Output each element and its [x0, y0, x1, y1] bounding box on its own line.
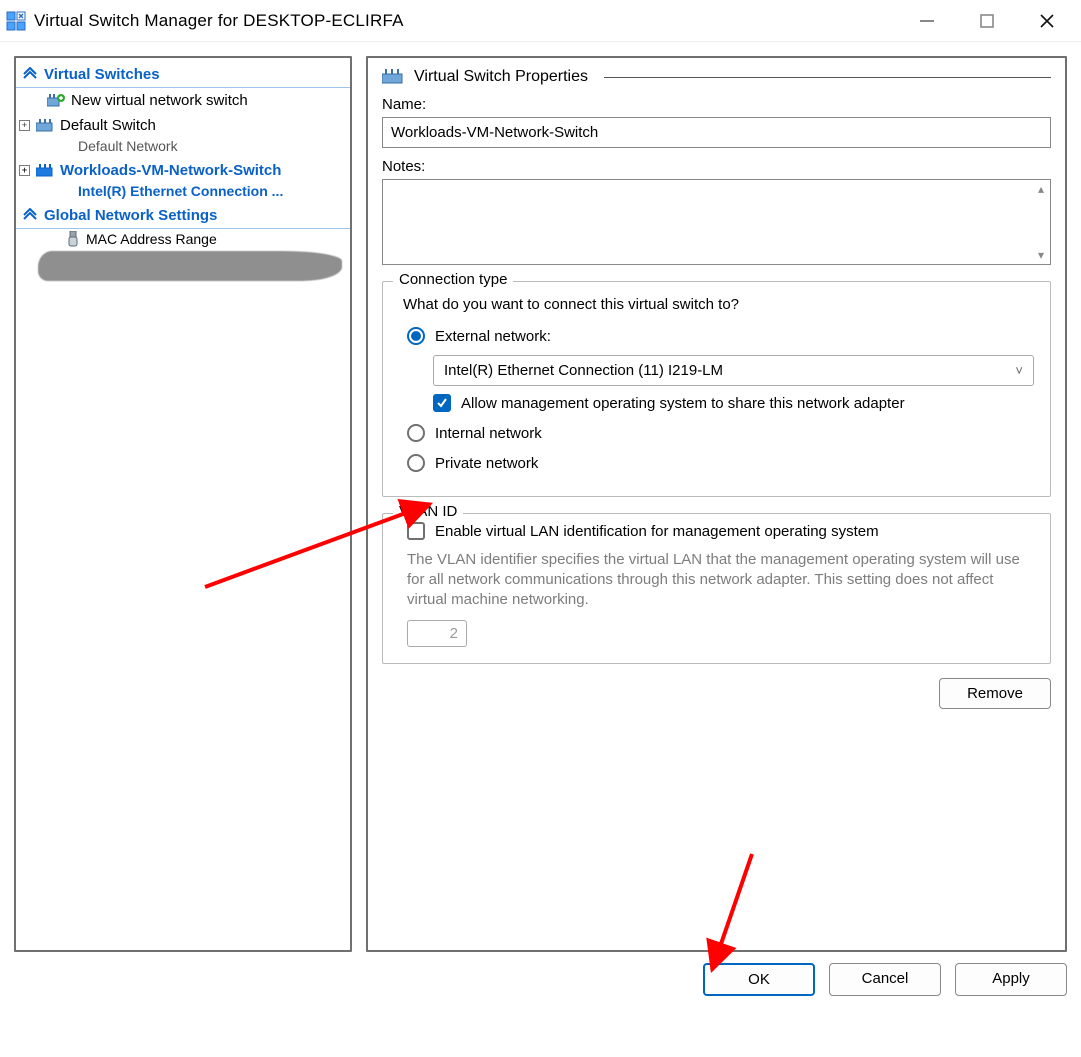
- name-input[interactable]: [382, 117, 1051, 148]
- notes-label: Notes:: [382, 158, 1051, 175]
- switch-icon: [36, 164, 54, 178]
- tree-item-label: MAC Address Range: [86, 231, 217, 247]
- tree-item-label: Default Switch: [60, 116, 156, 135]
- detail-header-rule: [604, 77, 1051, 78]
- adapter-select[interactable]: Intel(R) Ethernet Connection (11) I219-L…: [433, 355, 1034, 386]
- mac-icon: [66, 231, 80, 247]
- expand-icon[interactable]: +: [19, 120, 30, 131]
- tree-section-global-settings[interactable]: Global Network Settings: [16, 203, 350, 229]
- tree-section-label: Virtual Switches: [44, 66, 160, 83]
- allow-mgmt-checkbox-row[interactable]: Allow management operating system to sha…: [433, 394, 1034, 412]
- switch-tree: Virtual Switches New virtual network swi…: [14, 56, 352, 952]
- adapter-select-value: Intel(R) Ethernet Connection (11) I219-L…: [444, 362, 723, 379]
- tree-item-workloads-switch[interactable]: + Workloads-VM-Network-Switch: [16, 158, 350, 183]
- app-icon: [6, 11, 26, 31]
- radio-icon: [407, 424, 425, 442]
- apply-button[interactable]: Apply: [955, 963, 1067, 996]
- checkbox-checked-icon: [433, 394, 451, 412]
- radio-internal[interactable]: Internal network: [407, 420, 1034, 446]
- expand-icon[interactable]: +: [19, 165, 30, 176]
- tree-item-new-switch[interactable]: New virtual network switch: [16, 88, 350, 113]
- titlebar: Virtual Switch Manager for DESKTOP-ECLIR…: [0, 0, 1081, 42]
- checkbox-label: Allow management operating system to sha…: [461, 395, 905, 412]
- tree-item-mac-range[interactable]: MAC Address Range: [16, 229, 350, 249]
- name-label: Name:: [382, 96, 1051, 113]
- radio-label: Private network: [435, 455, 538, 472]
- radio-icon: [407, 454, 425, 472]
- vlan-help-text: The VLAN identifier specifies the virtua…: [407, 550, 1034, 610]
- cancel-button[interactable]: Cancel: [829, 963, 941, 996]
- tree-item-default-switch[interactable]: + Default Switch: [16, 113, 350, 138]
- maximize-button[interactable]: [957, 0, 1017, 42]
- vlan-group: VLAN ID Enable virtual LAN identificatio…: [382, 513, 1051, 664]
- detail-header-title: Virtual Switch Properties: [414, 68, 588, 86]
- checkbox-label: Enable virtual LAN identification for ma…: [435, 523, 879, 540]
- redacted-region: [38, 251, 342, 281]
- window-title: Virtual Switch Manager for DESKTOP-ECLIR…: [34, 11, 404, 31]
- switch-add-icon: [47, 94, 65, 108]
- tree-section-label: Global Network Settings: [44, 207, 217, 224]
- tree-item-sub: Default Network: [16, 138, 350, 158]
- close-button[interactable]: [1017, 0, 1077, 42]
- vlan-id-input[interactable]: 2: [407, 620, 467, 647]
- minimize-button[interactable]: [897, 0, 957, 42]
- tree-section-virtual-switches[interactable]: Virtual Switches: [16, 62, 350, 88]
- radio-icon: [407, 327, 425, 345]
- chevron-up-icon: [22, 208, 38, 224]
- radio-private[interactable]: Private network: [407, 450, 1034, 476]
- radio-external[interactable]: External network:: [407, 323, 1034, 349]
- vlan-enable-checkbox-row[interactable]: Enable virtual LAN identification for ma…: [407, 522, 1034, 540]
- scroll-up-icon[interactable]: ▴: [1034, 182, 1048, 196]
- tree-item-sub: Intel(R) Ethernet Connection ...: [16, 183, 350, 203]
- notes-textarea[interactable]: ▴ ▾: [382, 179, 1051, 265]
- switch-icon: [36, 119, 54, 133]
- group-legend: Connection type: [393, 271, 513, 288]
- group-legend: VLAN ID: [393, 503, 463, 520]
- connection-type-group: Connection type What do you want to conn…: [382, 281, 1051, 497]
- checkbox-unchecked-icon: [407, 522, 425, 540]
- connection-question: What do you want to connect this virtual…: [403, 296, 1034, 313]
- scroll-down-icon[interactable]: ▾: [1034, 248, 1048, 262]
- tree-item-label: New virtual network switch: [71, 91, 248, 110]
- ok-button[interactable]: OK: [703, 963, 815, 996]
- switch-icon: [382, 69, 404, 85]
- detail-pane: Virtual Switch Properties Name: Notes: ▴…: [366, 56, 1067, 952]
- radio-label: Internal network: [435, 425, 542, 442]
- remove-button[interactable]: Remove: [939, 678, 1051, 709]
- chevron-down-icon: ˅: [1015, 363, 1023, 378]
- tree-item-label: Workloads-VM-Network-Switch: [60, 161, 281, 180]
- chevron-up-icon: [22, 67, 38, 83]
- radio-label: External network:: [435, 328, 551, 345]
